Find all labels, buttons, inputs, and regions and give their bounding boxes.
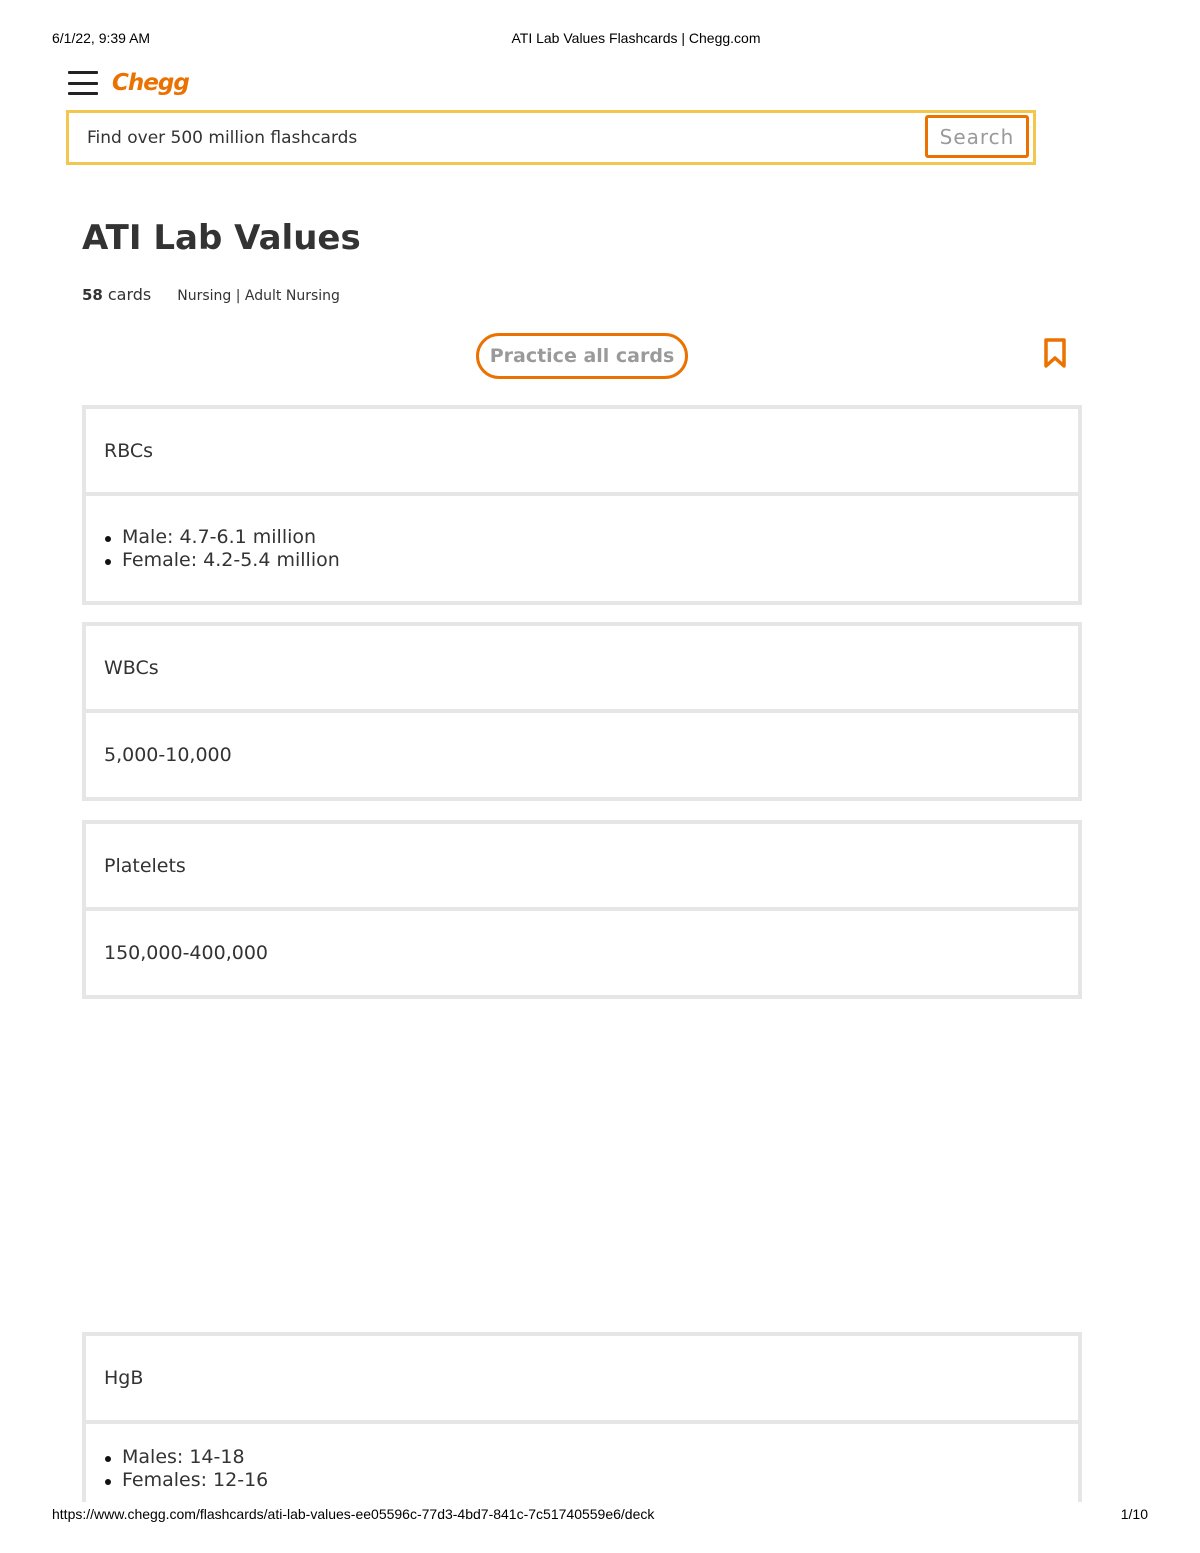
card-back-list: Males: 14-18 Females: 12-16 [104,1446,268,1492]
flashcard[interactable]: Platelets 150,000-400,000 [82,820,1082,999]
search-input[interactable] [87,113,907,162]
practice-all-cards-button[interactable]: Practice all cards [476,333,688,379]
flashcard[interactable]: HgB Males: 14-18 Females: 12-16 [82,1332,1082,1502]
card-back-list: Male: 4.7-6.1 million Female: 4.2-5.4 mi… [104,526,340,572]
flashcard[interactable]: WBCs 5,000-10,000 [82,622,1082,801]
list-item: Male: 4.7-6.1 million [104,526,340,549]
list-item: Female: 4.2-5.4 million [104,549,340,572]
print-header: 6/1/22, 9:39 AM ATI Lab Values Flashcard… [52,30,1148,50]
card-back: 5,000-10,000 [104,744,232,766]
print-page-title: ATI Lab Values Flashcards | Chegg.com [511,30,761,46]
list-item: Females: 12-16 [104,1469,268,1492]
top-navigation: Chegg [68,66,190,100]
bookmark-icon[interactable] [1042,337,1068,369]
flashcard[interactable]: RBCs Male: 4.7-6.1 million Female: 4.2-5… [82,405,1082,605]
deck-title: ATI Lab Values [82,218,361,258]
hamburger-menu-icon[interactable] [68,71,98,95]
card-back: 150,000-400,000 [104,942,268,964]
card-count-label: cards [107,285,152,304]
card-count: 58 [82,286,103,304]
search-button[interactable]: Search [925,115,1029,158]
card-back: Males: 14-18 Females: 12-16 [86,1424,1078,1502]
deck-subjects[interactable]: Nursing | Adult Nursing [177,288,340,304]
card-front: WBCs [86,626,1078,713]
print-page-number: 1/10 [1120,1506,1148,1522]
chegg-logo[interactable]: Chegg [112,70,190,96]
print-url: https://www.chegg.com/flashcards/ati-lab… [52,1506,655,1522]
card-back: Male: 4.7-6.1 million Female: 4.2-5.4 mi… [86,496,1078,601]
search-bar: Search [66,110,1036,165]
list-item: Males: 14-18 [104,1446,268,1469]
deck-meta: 58 cards Nursing | Adult Nursing [82,285,340,304]
print-footer: https://www.chegg.com/flashcards/ati-lab… [52,1506,1148,1526]
card-front: Platelets [86,824,1078,911]
card-front: RBCs [86,409,1078,496]
card-front: HgB [86,1336,1078,1424]
